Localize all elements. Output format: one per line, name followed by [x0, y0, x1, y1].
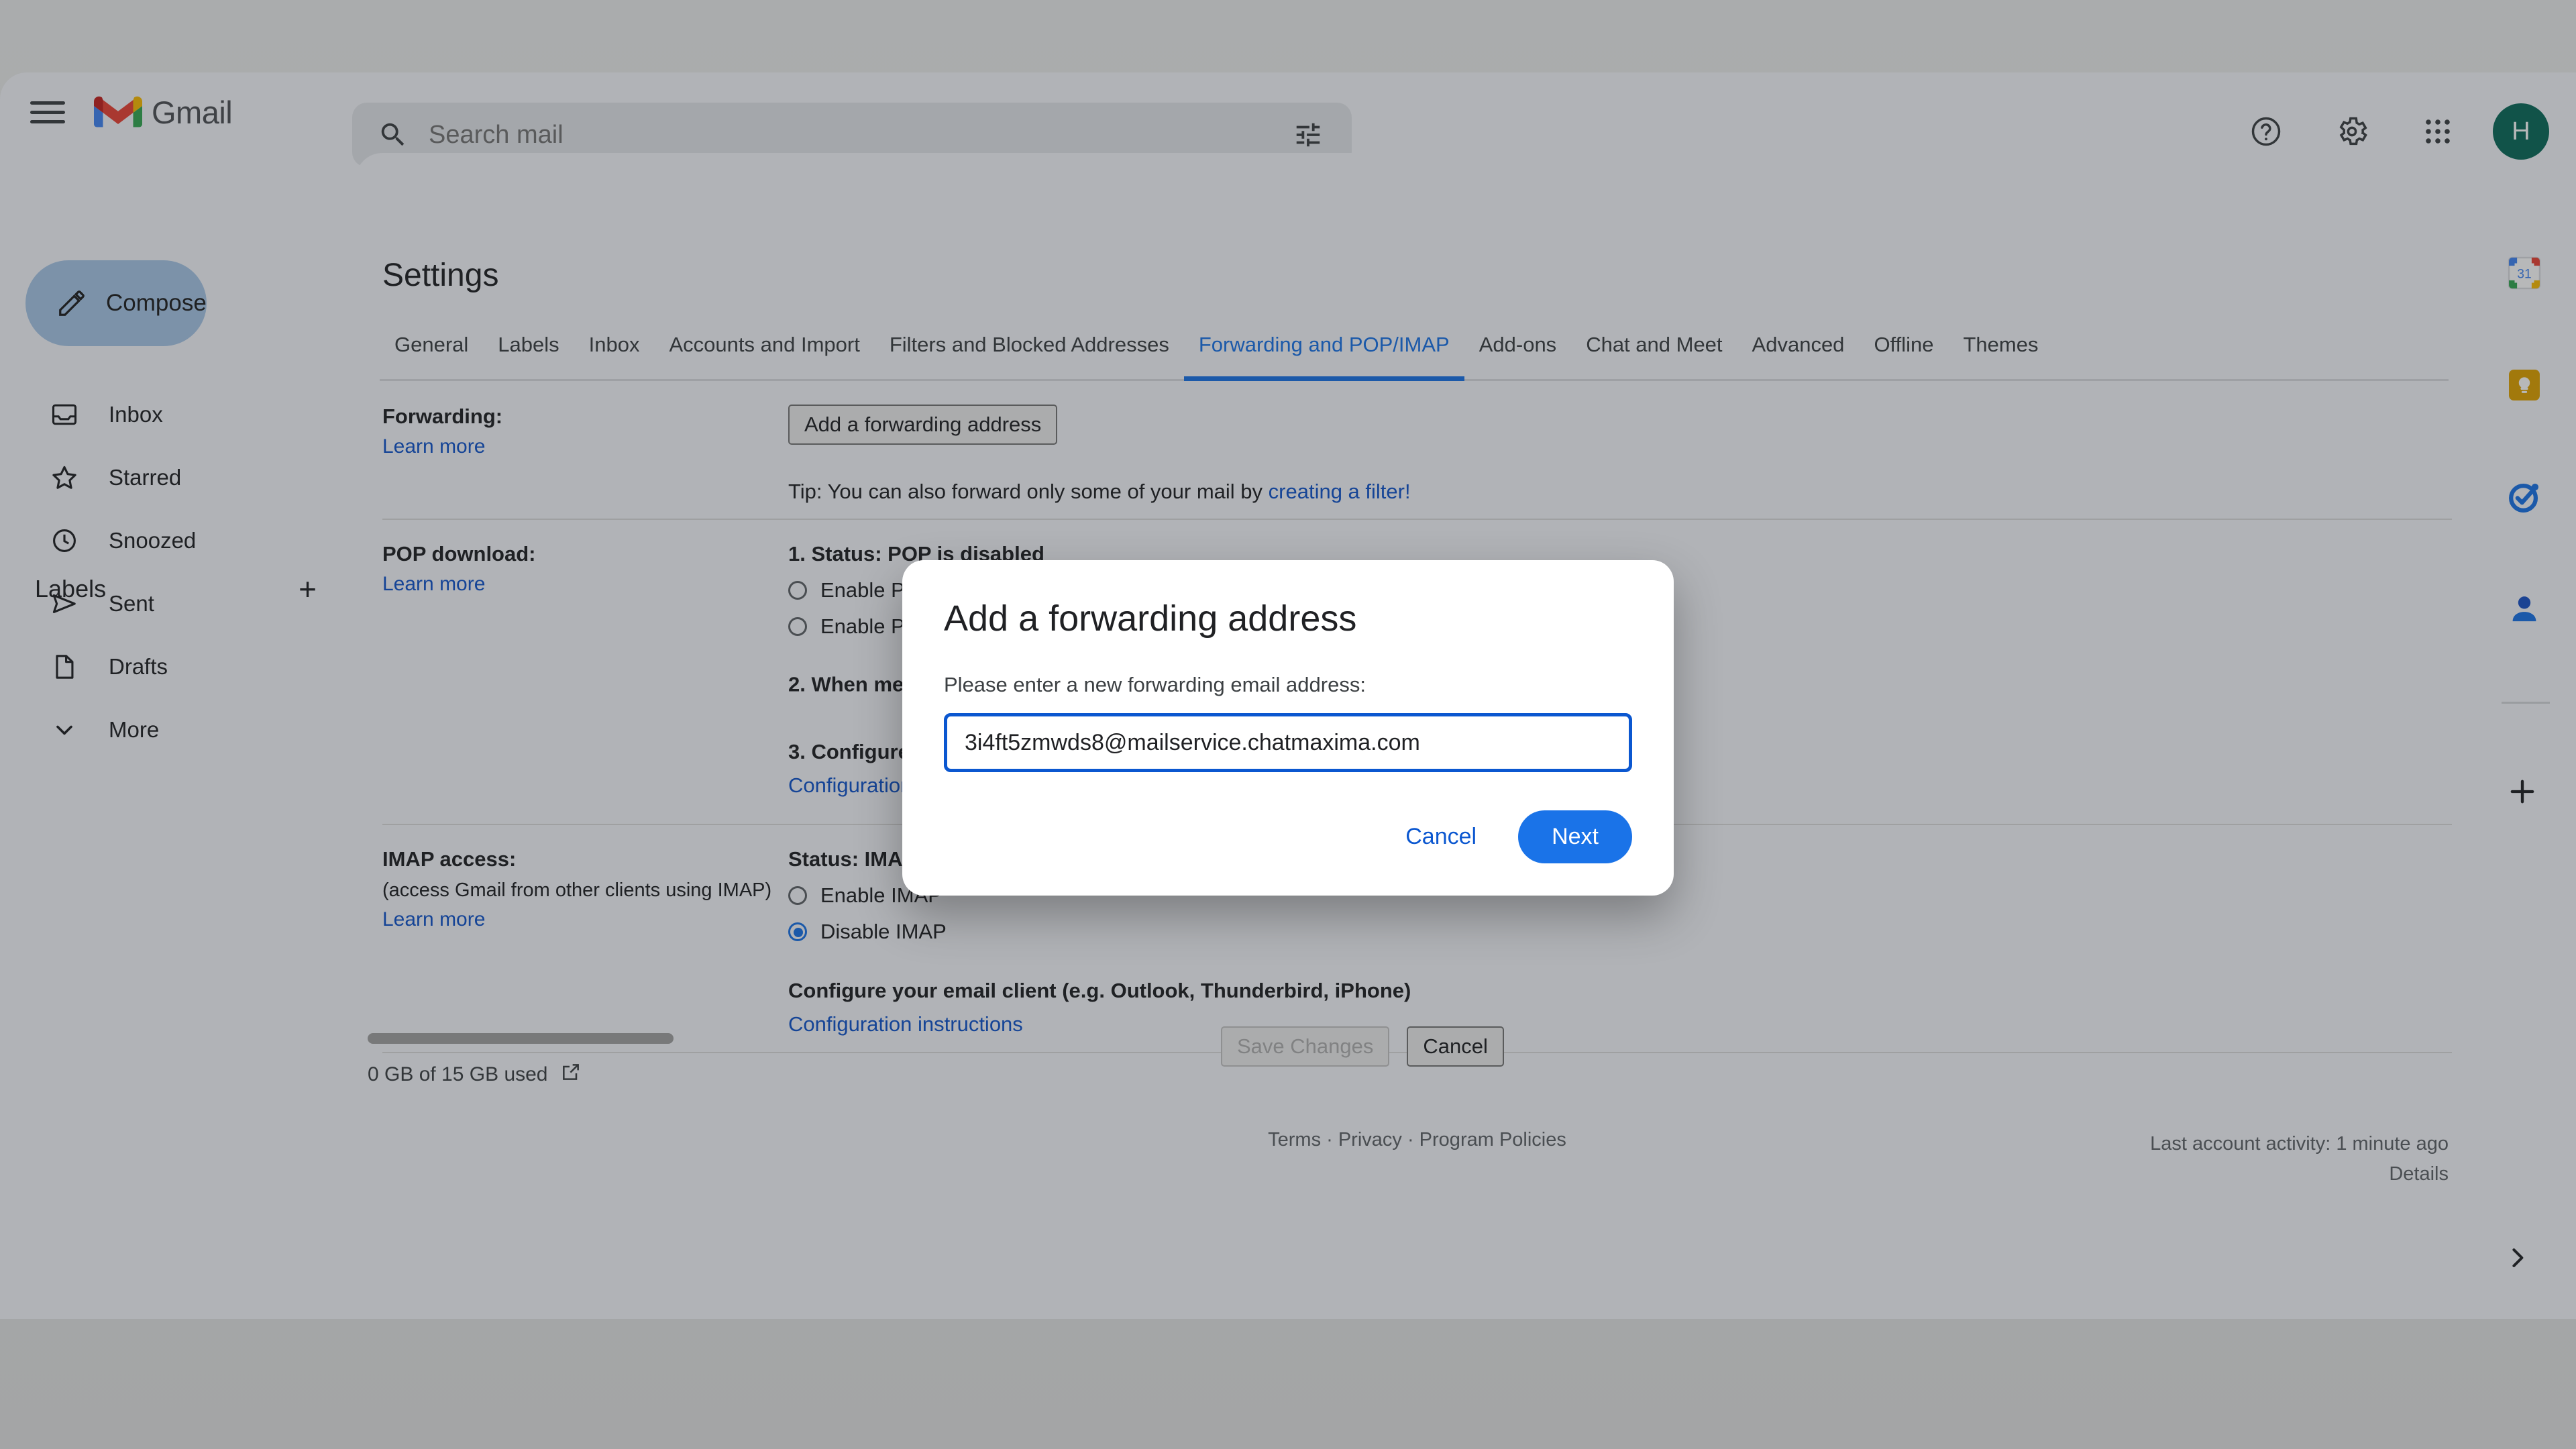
dialog-actions: Cancel Next: [1392, 810, 1632, 863]
dialog-subtitle: Please enter a new forwarding email addr…: [944, 673, 1366, 696]
add-forwarding-address-dialog: Add a forwarding address Please enter a …: [902, 560, 1674, 896]
dialog-cancel-button[interactable]: Cancel: [1392, 813, 1490, 861]
forwarding-email-input[interactable]: [944, 713, 1632, 772]
screen: Gmail Search mail H Compose Inbox Starre…: [0, 0, 2576, 1449]
dialog-title: Add a forwarding address: [944, 598, 1357, 639]
dialog-next-button[interactable]: Next: [1518, 810, 1632, 863]
